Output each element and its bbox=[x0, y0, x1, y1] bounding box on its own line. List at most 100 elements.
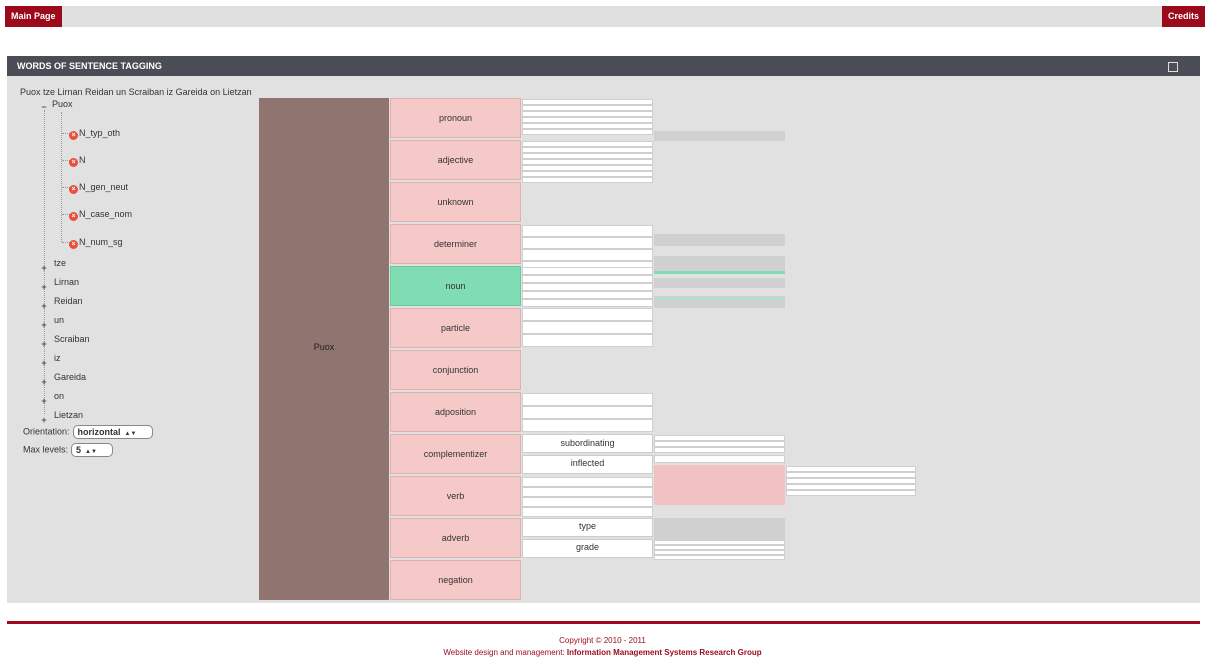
expand-icon[interactable]: + bbox=[40, 416, 48, 425]
tree-node-word[interactable]: Reidan bbox=[54, 296, 83, 306]
tree-tag[interactable]: × N_gen_neut bbox=[69, 182, 128, 194]
max-levels-select[interactable]: 5 ▲▼ bbox=[71, 443, 114, 457]
noun-sub-bar[interactable] bbox=[522, 291, 653, 299]
pos-conjunction[interactable]: conjunction bbox=[390, 350, 521, 390]
tree-node-word[interactable]: Scraiban bbox=[54, 334, 90, 344]
verb-sub-bar[interactable] bbox=[522, 497, 653, 507]
pos-pronoun[interactable]: pronoun bbox=[390, 98, 521, 138]
level4-strip-selected bbox=[654, 298, 785, 300]
tag-label: N_gen_neut bbox=[79, 182, 129, 192]
particle-sub-bar[interactable] bbox=[522, 334, 653, 347]
expand-icon[interactable]: + bbox=[40, 321, 48, 330]
expand-icon[interactable]: + bbox=[40, 340, 48, 349]
tag-label: N_num_sg bbox=[79, 237, 123, 247]
level4-strip bbox=[654, 131, 785, 141]
remove-icon[interactable]: × bbox=[69, 240, 78, 249]
expand-icon[interactable]: + bbox=[40, 378, 48, 387]
orientation-label: Orientation: bbox=[23, 426, 70, 437]
level4-strip bbox=[654, 518, 785, 540]
max-levels-label: Max levels: bbox=[23, 444, 69, 455]
level4-strip-selected bbox=[654, 271, 785, 274]
tree-node-word[interactable]: Lirnan bbox=[54, 277, 79, 287]
tree-node-word[interactable]: Lietzan bbox=[54, 410, 83, 420]
max-levels-control: Max levels: 5 ▲▼ bbox=[23, 443, 114, 457]
remove-icon[interactable]: × bbox=[69, 131, 78, 140]
credits-button[interactable]: Credits bbox=[1161, 6, 1205, 27]
determiner-sub-bar[interactable] bbox=[522, 249, 653, 261]
complementizer-detail-bar[interactable] bbox=[654, 447, 785, 453]
noun-sub-bar[interactable] bbox=[522, 275, 653, 283]
sub-grade[interactable]: grade bbox=[522, 539, 653, 558]
complementizer-detail-bar[interactable] bbox=[654, 455, 785, 463]
expand-icon[interactable]: + bbox=[40, 397, 48, 406]
tree-node-word[interactable]: un bbox=[54, 315, 64, 325]
noun-sub-bar[interactable] bbox=[522, 267, 653, 275]
pronoun-sub-bar[interactable] bbox=[522, 129, 653, 135]
tree-node-puox[interactable]: Puox bbox=[52, 99, 73, 109]
particle-sub-bar[interactable] bbox=[522, 321, 653, 334]
tree-tag[interactable]: × N_case_nom bbox=[69, 209, 132, 221]
verb-detail-bar[interactable] bbox=[786, 490, 916, 496]
remove-icon[interactable]: × bbox=[69, 158, 78, 167]
particle-sub-bar[interactable] bbox=[522, 308, 653, 321]
expand-icon[interactable]: + bbox=[40, 283, 48, 292]
determiner-sub-bar[interactable] bbox=[522, 225, 653, 237]
verb-sub-bar[interactable] bbox=[522, 507, 653, 517]
orientation-control: Orientation: horizontal ▲▼ bbox=[23, 425, 153, 439]
pos-adposition[interactable]: adposition bbox=[390, 392, 521, 432]
adverb-detail-bar[interactable] bbox=[654, 555, 785, 560]
remove-icon[interactable]: × bbox=[69, 185, 78, 194]
pos-adverb[interactable]: adverb bbox=[390, 518, 521, 558]
panel-header: WORDS OF SENTENCE TAGGING bbox=[7, 56, 1200, 76]
tree-tag[interactable]: × N_typ_oth bbox=[69, 128, 120, 140]
footer-copyright: Copyright © 2010 - 2011 bbox=[559, 636, 646, 645]
footer-group-link[interactable]: Information Management Systems Research … bbox=[567, 648, 762, 657]
tree-node-word[interactable]: on bbox=[54, 391, 64, 401]
tree-node-word[interactable]: tze bbox=[54, 258, 66, 268]
pos-unknown[interactable]: unknown bbox=[390, 182, 521, 222]
remove-icon[interactable]: × bbox=[69, 212, 78, 221]
level4-strip bbox=[654, 278, 785, 288]
select-arrows-icon: ▲▼ bbox=[85, 449, 97, 455]
pos-noun[interactable]: noun bbox=[390, 266, 521, 306]
expand-icon[interactable]: + bbox=[40, 302, 48, 311]
adposition-sub-bar[interactable] bbox=[522, 419, 653, 432]
tag-label: N_typ_oth bbox=[79, 128, 121, 138]
collapse-icon[interactable]: − bbox=[40, 103, 48, 112]
root-word-node[interactable]: Puox bbox=[259, 98, 389, 600]
pos-negation[interactable]: negation bbox=[390, 560, 521, 600]
adposition-sub-bar[interactable] bbox=[522, 393, 653, 406]
orientation-select[interactable]: horizontal ▲▼ bbox=[72, 425, 153, 439]
pos-complementizer[interactable]: complementizer bbox=[390, 434, 521, 474]
tag-label: N bbox=[79, 155, 86, 165]
determiner-sub-bar[interactable] bbox=[522, 237, 653, 249]
orientation-value: horizontal bbox=[77, 427, 121, 437]
expand-icon[interactable]: + bbox=[40, 359, 48, 368]
verb-sub-bar[interactable] bbox=[522, 477, 653, 487]
level4-strip bbox=[654, 256, 785, 272]
sub-subordinating[interactable]: subordinating bbox=[522, 434, 653, 453]
sub-inflected[interactable]: inflected bbox=[522, 455, 653, 474]
select-arrows-icon: ▲▼ bbox=[124, 431, 137, 437]
max-levels-value: 5 bbox=[76, 445, 82, 455]
root-word-label: Puox bbox=[313, 342, 335, 352]
tree-node-word[interactable]: iz bbox=[54, 353, 61, 363]
verb-sub-bar[interactable] bbox=[522, 487, 653, 497]
noun-sub-bar[interactable] bbox=[522, 283, 653, 291]
pos-particle[interactable]: particle bbox=[390, 308, 521, 348]
tree-tag[interactable]: × N bbox=[69, 155, 86, 167]
pos-verb[interactable]: verb bbox=[390, 476, 521, 516]
expand-icon[interactable]: + bbox=[40, 264, 48, 273]
adjective-sub-bar[interactable] bbox=[522, 177, 653, 183]
tree-tag[interactable]: × N_num_sg bbox=[69, 237, 123, 249]
adposition-sub-bar[interactable] bbox=[522, 406, 653, 419]
main-page-button[interactable]: Main Page bbox=[5, 6, 62, 27]
pos-adjective[interactable]: adjective bbox=[390, 140, 521, 180]
level4-strip bbox=[654, 234, 785, 246]
panel-toggle-checkbox[interactable] bbox=[1168, 62, 1178, 72]
tag-label: N_case_nom bbox=[79, 209, 133, 219]
sub-type[interactable]: type bbox=[522, 518, 653, 537]
noun-sub-bar[interactable] bbox=[522, 299, 653, 307]
pos-determiner[interactable]: determiner bbox=[390, 224, 521, 264]
tree-node-word[interactable]: Gareida bbox=[54, 372, 86, 382]
